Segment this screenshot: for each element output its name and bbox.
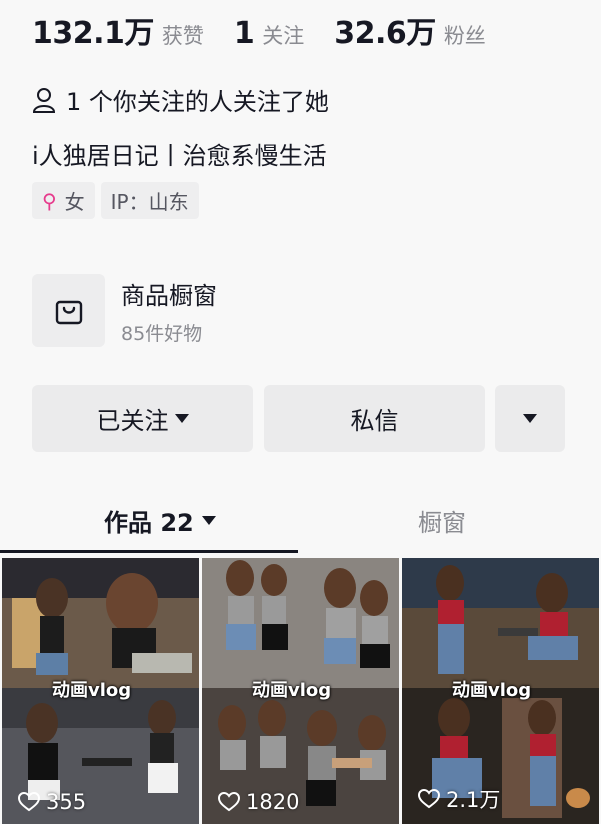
video-likes: 2.1万 <box>418 784 500 814</box>
ip-tag: IP：山东 <box>100 182 199 219</box>
shop-subtitle: 85件好物 <box>121 322 203 345</box>
profile-tags: ⚲ 女 IP：山东 <box>32 182 205 219</box>
video-likes-count: 1820 <box>246 790 300 814</box>
ip-label: IP：山东 <box>110 190 189 214</box>
gender-tag: ⚲ 女 <box>32 182 95 219</box>
caret-down-icon <box>174 414 189 423</box>
tab-window-label: 橱窗 <box>418 508 466 537</box>
gender-label: 女 <box>64 190 85 214</box>
message-button[interactable]: 私信 <box>264 385 485 452</box>
following-count: 1 <box>233 16 255 51</box>
video-overlay-title: 动画vlog <box>252 680 332 701</box>
fans-stat[interactable]: 32.6万 粉丝 <box>334 8 486 52</box>
caret-down-icon <box>523 414 537 423</box>
shop-window-entry[interactable]: 商品橱窗 85件好物 <box>32 274 217 347</box>
heart-icon <box>418 789 440 809</box>
following-label: 关注 <box>262 24 305 48</box>
fans-label: 粉丝 <box>443 24 486 48</box>
likes-count: 132.1万 <box>32 16 154 51</box>
profile-stats: 132.1万 获赞 1 关注 32.6万 粉丝 <box>32 8 516 52</box>
mutual-follow-text: 1 个你关注的人关注了她 <box>66 88 329 116</box>
video-thumbnail[interactable]: 动画vlog 2.1万 <box>402 558 599 824</box>
female-icon: ⚲ <box>42 188 57 213</box>
video-overlay-title: 动画vlog <box>452 680 532 701</box>
followed-button[interactable]: 已关注 <box>32 385 253 452</box>
tab-works[interactable]: 作品 22 <box>104 495 216 545</box>
video-overlay-title: 动画vlog <box>52 680 132 701</box>
video-likes-count: 2.1万 <box>446 788 501 812</box>
mutual-follow-row[interactable]: 1 个你关注的人关注了她 <box>32 82 329 117</box>
video-likes: 1820 <box>218 790 299 814</box>
shop-title: 商品橱窗 <box>121 281 217 310</box>
person-icon <box>32 87 56 113</box>
shopping-bag-icon <box>32 274 105 347</box>
video-likes: 355 <box>18 790 86 814</box>
profile-bio: i人独居日记丨治愈系慢生活 <box>32 142 327 170</box>
message-label: 私信 <box>350 407 399 435</box>
video-likes-count: 355 <box>46 790 87 814</box>
video-thumbnail[interactable]: 动画vlog 1820 <box>202 558 399 824</box>
active-tab-indicator <box>0 550 298 553</box>
video-thumbnail[interactable]: 动画vlog 355 <box>2 558 199 824</box>
fans-count: 32.6万 <box>334 16 436 51</box>
following-stat[interactable]: 1 关注 <box>234 16 304 51</box>
likes-stat[interactable]: 132.1万 获赞 <box>32 8 204 52</box>
profile-tabs: 作品 22 橱窗 <box>0 495 601 555</box>
likes-label: 获赞 <box>161 24 204 48</box>
tab-works-label: 作品 22 <box>104 508 194 537</box>
tab-shop-window[interactable]: 橱窗 <box>418 495 466 545</box>
caret-down-icon <box>201 515 216 525</box>
more-options-button[interactable] <box>495 385 565 452</box>
heart-icon <box>218 792 240 812</box>
followed-label: 已关注 <box>96 407 169 435</box>
video-grid: 动画vlog 355 动画vlog 1820 动画vlog 2.1万 <box>2 558 599 824</box>
heart-icon <box>18 792 40 812</box>
